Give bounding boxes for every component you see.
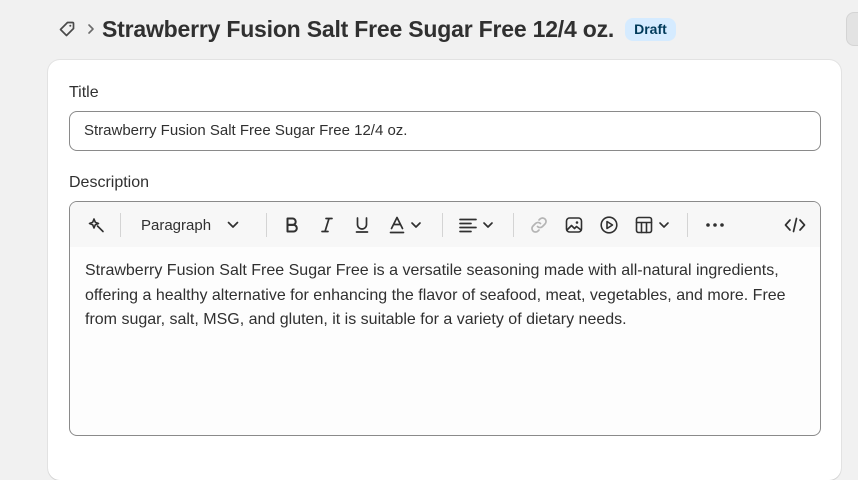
image-icon[interactable]: [562, 213, 586, 237]
toolbar-divider: [266, 213, 267, 237]
toolbar-divider: [120, 213, 121, 237]
page-header: Strawberry Fusion Salt Free Sugar Free 1…: [56, 14, 676, 44]
toolbar-divider: [513, 213, 514, 237]
description-editor: Paragraph Strawberry Fusion Salt Free Su…: [69, 201, 821, 436]
underline-icon[interactable]: [350, 213, 374, 237]
magic-icon[interactable]: [85, 213, 109, 237]
more-icon[interactable]: [703, 213, 727, 237]
page-title: Strawberry Fusion Salt Free Sugar Free 1…: [102, 15, 615, 42]
italic-icon[interactable]: [315, 213, 339, 237]
description-label: Description: [69, 174, 150, 191]
toolbar-divider: [687, 213, 688, 237]
code-icon[interactable]: [782, 213, 808, 237]
table-icon[interactable]: [633, 213, 673, 237]
align-icon[interactable]: [457, 213, 497, 237]
description-text[interactable]: Strawberry Fusion Salt Free Sugar Free i…: [85, 259, 805, 333]
tag-icon[interactable]: [56, 18, 78, 40]
product-details-card: Title Strawberry Fusion Salt Free Sugar …: [48, 60, 841, 480]
block-format-label: Paragraph: [141, 216, 212, 234]
text-color-icon[interactable]: [387, 213, 425, 237]
editor-toolbar: Paragraph: [70, 202, 820, 247]
title-input[interactable]: Strawberry Fusion Salt Free Sugar Free 1…: [69, 111, 821, 151]
status-badge: Draft: [625, 17, 676, 41]
toolbar-divider: [442, 213, 443, 237]
video-icon[interactable]: [597, 213, 621, 237]
link-icon[interactable]: [527, 213, 551, 237]
bold-icon[interactable]: [280, 213, 304, 237]
header-action-button[interactable]: [846, 12, 858, 46]
block-format-select[interactable]: Paragraph: [141, 213, 251, 237]
title-label: Title: [69, 84, 99, 101]
chevron-right-icon: [84, 22, 98, 36]
chevron-down-icon: [227, 221, 239, 229]
